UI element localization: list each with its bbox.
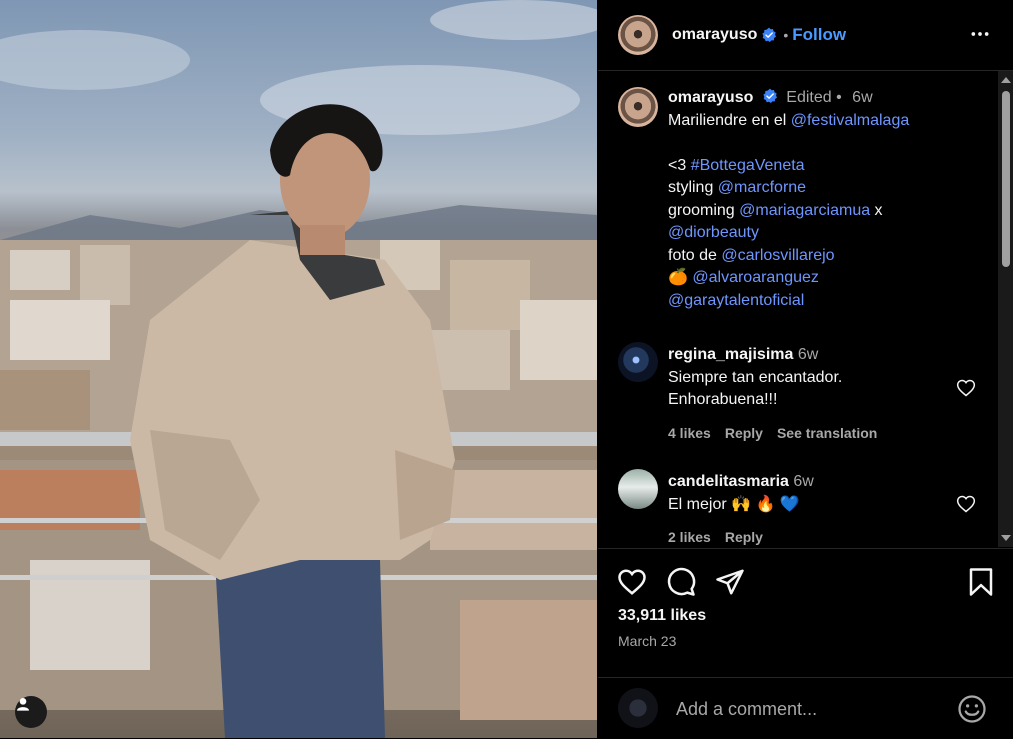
comment-icon[interactable]: [666, 567, 696, 597]
comment-reply-button[interactable]: Reply: [725, 422, 763, 445]
mention-link[interactable]: @mariagarciamua: [739, 202, 870, 219]
comment-text: El mejor 🙌 🔥 💙: [668, 495, 800, 513]
mention-link[interactable]: @alvaroaranguez: [692, 269, 819, 286]
comment-likes[interactable]: 2 likes: [668, 526, 711, 547]
mention-link[interactable]: @diorbeauty: [668, 224, 759, 241]
more-options-icon[interactable]: [969, 24, 991, 44]
author-avatar[interactable]: [618, 15, 658, 55]
heart-icon[interactable]: [956, 494, 976, 514]
hashtag-link[interactable]: #BottegaVeneta: [691, 157, 805, 174]
comments-scroll-area[interactable]: omarayuso Edited • 6w Mariliendre en el …: [598, 71, 1013, 547]
caption-text: <3: [668, 156, 691, 174]
caption-text: styling: [668, 179, 718, 196]
mention-link[interactable]: @festivalmalaga: [791, 112, 910, 129]
current-user-avatar: [618, 688, 658, 728]
user-icon: [17, 698, 29, 711]
mention-link[interactable]: @carlosvillarejo: [721, 247, 834, 264]
see-translation-button[interactable]: See translation: [777, 422, 877, 445]
bookmark-icon[interactable]: [966, 567, 996, 597]
mention-link[interactable]: @garaytalentoficial: [668, 292, 804, 309]
comment-likes[interactable]: 4 likes: [668, 422, 711, 445]
add-comment-input[interactable]: [674, 695, 948, 723]
likes-count[interactable]: 33,911 likes: [618, 607, 706, 625]
header-separator: •: [783, 27, 789, 43]
caption-text: Mariliendre en el: [668, 111, 791, 129]
heart-icon[interactable]: [956, 378, 976, 398]
share-icon[interactable]: [715, 567, 745, 597]
post-date: March 23: [618, 633, 677, 649]
comment-age[interactable]: 6w: [798, 346, 818, 363]
post-header: omarayuso • Follow: [598, 0, 1013, 71]
post-actions: [598, 562, 1013, 602]
actions-divider: [598, 548, 1013, 549]
commenter-avatar[interactable]: [618, 469, 658, 509]
caption-author-avatar[interactable]: [618, 87, 658, 127]
verified-badge-icon: [763, 88, 777, 103]
scrollbar-thumb[interactable]: [1002, 91, 1010, 267]
caption-age[interactable]: 6w: [852, 89, 872, 106]
comment-reply-button[interactable]: Reply: [725, 526, 763, 547]
commenter-avatar[interactable]: [618, 342, 658, 382]
comment-age[interactable]: 6w: [793, 473, 813, 490]
follow-button[interactable]: Follow: [792, 25, 846, 45]
verified-badge-icon: [762, 27, 777, 42]
comments-scrollbar[interactable]: [998, 71, 1013, 547]
caption-text: x: [870, 201, 883, 219]
commenter-username[interactable]: candelitasmaria: [668, 473, 789, 490]
post-details-panel: omarayuso • Follow omarayuso Edited • 6w…: [598, 0, 1013, 738]
caption-text: foto de: [668, 246, 722, 264]
user-tag-button[interactable]: [15, 696, 47, 728]
author-username[interactable]: omarayuso: [672, 26, 757, 44]
caption-bullet: •: [836, 89, 842, 106]
emoji-icon[interactable]: [957, 694, 987, 724]
heart-icon[interactable]: [617, 567, 647, 597]
scroll-up-arrow[interactable]: [1001, 77, 1011, 83]
caption-text: 🍊: [668, 269, 693, 286]
caption-username[interactable]: omarayuso: [668, 89, 753, 106]
add-comment-row: [598, 677, 1013, 739]
photo-illustration: [0, 0, 597, 738]
scroll-down-arrow[interactable]: [1001, 535, 1011, 541]
post-photo[interactable]: [0, 0, 597, 738]
commenter-username[interactable]: regina_majisima: [668, 346, 793, 363]
comment-text: Siempre tan encantador.: [668, 368, 843, 386]
caption-text: grooming: [668, 201, 740, 219]
mention-link[interactable]: @marcforne: [718, 179, 806, 196]
comment-text: Enhorabuena!!!: [668, 391, 778, 408]
edited-label: Edited: [786, 89, 832, 106]
